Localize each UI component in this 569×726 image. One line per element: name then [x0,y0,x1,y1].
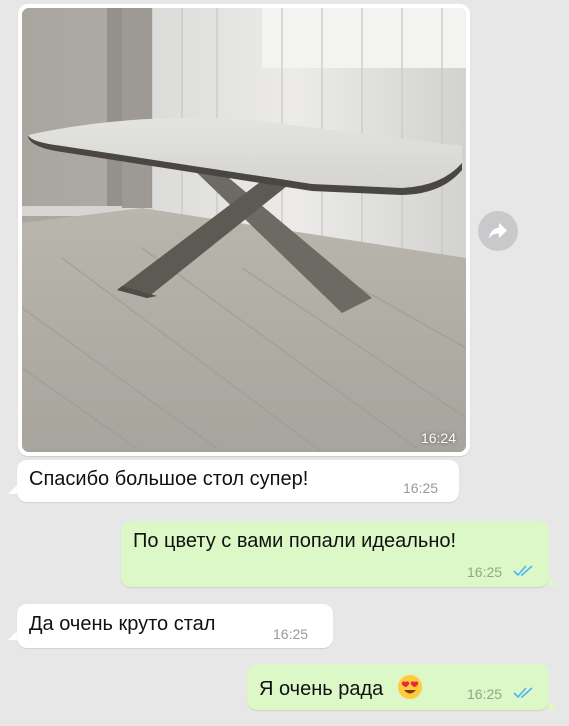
message-text: Да очень круто стал [29,613,216,635]
photo-message[interactable]: 16:24 [18,4,470,456]
read-checks-icon [513,565,533,577]
message-text: Спасибо большое стол супер! [29,468,309,490]
forward-button[interactable] [478,211,518,251]
message-text: Я очень рада [259,678,384,700]
photo-image [22,8,466,452]
message-text-with-emoji: Я очень рада [259,674,423,701]
message-time: 16:25 [467,686,503,702]
message-time: 16:25 [467,564,503,580]
message-time: 16:25 [273,626,309,642]
message-time: 16:25 [403,480,439,496]
bubble-tail [548,576,558,586]
message-text: По цвету с вами попали идеально! [133,530,457,552]
message-incoming[interactable]: Спасибо большое стол супер! 16:25 [17,460,459,502]
forward-icon [489,223,507,239]
heart-eyes-emoji-icon [397,675,422,699]
table-photo[interactable]: 16:24 [22,8,466,452]
photo-timestamp: 16:24 [420,430,456,446]
message-outgoing[interactable]: По цвету с вами попали идеально! 16:25 [121,521,549,587]
bubble-tail [548,700,558,710]
message-incoming[interactable]: Да очень круто стал 16:25 [17,604,333,648]
read-checks-icon [513,687,533,699]
message-outgoing[interactable]: Я очень рада 16:25 [247,664,549,710]
